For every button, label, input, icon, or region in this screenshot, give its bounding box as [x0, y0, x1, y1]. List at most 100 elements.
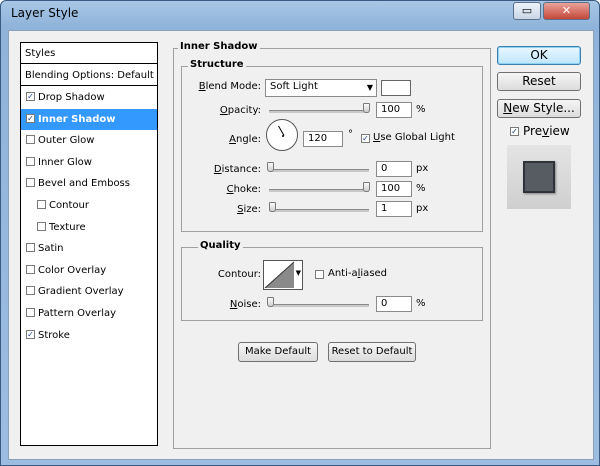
- restore-button[interactable]: ▭: [513, 2, 541, 20]
- choke-slider-track[interactable]: [269, 189, 369, 192]
- window-title: Layer Style: [11, 6, 79, 20]
- angle-input[interactable]: 120: [303, 131, 343, 147]
- style-item-stroke[interactable]: ✓ Stroke: [21, 325, 157, 346]
- style-item-label: Outer Glow: [38, 135, 95, 147]
- choke-unit: %: [416, 183, 426, 194]
- ok-button[interactable]: OK: [497, 46, 581, 65]
- style-item-drop-shadow[interactable]: ✓ Drop Shadow: [21, 87, 157, 108]
- quality-title: Quality: [198, 240, 243, 251]
- size-slider-track[interactable]: [269, 209, 369, 212]
- noise-unit: %: [416, 298, 426, 309]
- style-item-label: Stroke: [38, 329, 70, 341]
- style-item-checkbox[interactable]: ✓: [26, 113, 35, 123]
- shadow-color-swatch[interactable]: [381, 80, 411, 96]
- layer-style-dialog: Layer Style ▭ ✕ Styles Blending Options:…: [0, 0, 600, 466]
- inner-shadow-panel: Inner Shadow Structure Blend Mode: Soft …: [173, 41, 491, 449]
- opacity-unit: %: [416, 104, 426, 115]
- chevron-down-icon: ▼: [295, 269, 301, 277]
- preview-swatch: [523, 161, 555, 193]
- style-item-label: Drop Shadow: [38, 92, 105, 103]
- contour-picker[interactable]: ▼: [263, 260, 303, 290]
- angle-unit: °: [348, 129, 353, 140]
- reset-button[interactable]: Reset: [497, 72, 581, 91]
- noise-slider-track[interactable]: [269, 304, 369, 307]
- style-item-label: Bevel and Emboss: [38, 178, 130, 190]
- noise-label: Noise:: [229, 299, 261, 310]
- style-item-satin[interactable]: Satin: [21, 238, 157, 259]
- style-item-checkbox[interactable]: [26, 286, 35, 296]
- opacity-slider-track[interactable]: [269, 110, 369, 113]
- angle-label: Angle:: [229, 134, 261, 145]
- style-item-color-overlay[interactable]: Color Overlay: [21, 260, 157, 281]
- size-unit: px: [416, 203, 429, 214]
- style-item-checkbox[interactable]: ✓: [26, 92, 35, 101]
- distance-unit: px: [416, 163, 429, 174]
- chevron-down-icon: ▼: [366, 83, 373, 92]
- style-item-checkbox[interactable]: [26, 308, 35, 317]
- opacity-label: Opacity:: [219, 105, 261, 116]
- structure-group: Structure Blend Mode: Soft Light ▼ Opaci…: [181, 59, 483, 232]
- choke-label: Choke:: [226, 184, 261, 195]
- close-button[interactable]: ✕: [543, 2, 590, 20]
- style-item-label: Inner Glow: [38, 156, 92, 168]
- blend-mode-label: Blend Mode:: [198, 81, 261, 92]
- use-global-light-checkbox[interactable]: ✓: [361, 134, 370, 143]
- style-item-texture[interactable]: Texture: [21, 217, 157, 238]
- anti-aliased-checkbox[interactable]: [315, 270, 324, 279]
- structure-title: Structure: [188, 59, 246, 70]
- make-default-button[interactable]: Make Default: [238, 342, 318, 362]
- opacity-input[interactable]: 100: [376, 102, 412, 118]
- style-item-checkbox[interactable]: [26, 243, 35, 253]
- distance-label: Distance:: [213, 164, 261, 175]
- choke-slider-thumb[interactable]: [363, 182, 370, 192]
- choke-input[interactable]: 100: [376, 181, 412, 197]
- blend-mode-value: Soft Light: [270, 81, 318, 92]
- size-input[interactable]: 1: [376, 201, 412, 217]
- anti-aliased-label: Anti-aliased: [328, 268, 388, 279]
- noise-slider-thumb[interactable]: [267, 297, 274, 307]
- blending-options-item[interactable]: Blending Options: Default: [21, 65, 157, 86]
- style-item-checkbox[interactable]: ✓: [26, 329, 35, 339]
- size-label: Size:: [237, 204, 261, 215]
- style-item-bevel-and-emboss[interactable]: Bevel and Emboss: [21, 173, 157, 194]
- checkmark-icon: ✓: [362, 134, 369, 143]
- contour-curve-icon: [264, 261, 295, 289]
- noise-input[interactable]: 0: [376, 296, 412, 312]
- style-preview: [507, 145, 571, 209]
- style-item-label: Contour: [49, 200, 89, 211]
- style-item-label: Texture: [49, 221, 86, 233]
- new-style-button[interactable]: New Style...: [497, 99, 581, 118]
- distance-slider-track[interactable]: [269, 169, 369, 172]
- style-item-gradient-overlay[interactable]: Gradient Overlay: [21, 281, 157, 302]
- angle-dial[interactable]: [266, 119, 298, 151]
- style-item-checkbox[interactable]: [26, 264, 35, 274]
- style-item-label: Satin: [38, 243, 64, 255]
- use-global-light-label: Use Global Light: [373, 132, 455, 143]
- dialog-body: Styles Blending Options: Default ✓ Drop S…: [8, 30, 594, 460]
- size-slider-thumb[interactable]: [269, 202, 276, 212]
- style-item-checkbox[interactable]: [26, 178, 35, 188]
- style-item-inner-shadow[interactable]: ✓ Inner Shadow: [21, 108, 157, 130]
- style-item-checkbox[interactable]: [37, 221, 46, 231]
- blend-mode-select[interactable]: Soft Light ▼: [265, 79, 377, 97]
- angle-dial-needle: [278, 125, 285, 136]
- style-item-contour[interactable]: Contour: [21, 195, 157, 216]
- style-item-checkbox[interactable]: [26, 156, 35, 166]
- style-item-checkbox[interactable]: [37, 200, 46, 209]
- distance-input[interactable]: 0: [376, 161, 412, 177]
- contour-label: Contour:: [217, 269, 261, 280]
- styles-header[interactable]: Styles: [21, 43, 157, 64]
- style-item-inner-glow[interactable]: Inner Glow: [21, 152, 157, 173]
- styles-list: Styles Blending Options: Default ✓ Drop S…: [20, 42, 158, 446]
- preview-checkbox[interactable]: ✓: [510, 127, 519, 136]
- titlebar[interactable]: Layer Style ▭ ✕: [1, 1, 599, 25]
- style-item-pattern-overlay[interactable]: Pattern Overlay: [21, 303, 157, 324]
- quality-group: Quality Contour: ▼ Anti-aliased Noise: 0…: [181, 240, 483, 321]
- distance-slider-thumb[interactable]: [267, 162, 274, 172]
- style-item-checkbox[interactable]: [26, 135, 35, 145]
- preview-label: Preview: [523, 124, 570, 138]
- reset-to-default-button[interactable]: Reset to Default: [328, 342, 416, 362]
- style-item-label: Inner Shadow: [38, 113, 116, 125]
- opacity-slider-thumb[interactable]: [363, 103, 370, 113]
- style-item-outer-glow[interactable]: Outer Glow: [21, 130, 157, 151]
